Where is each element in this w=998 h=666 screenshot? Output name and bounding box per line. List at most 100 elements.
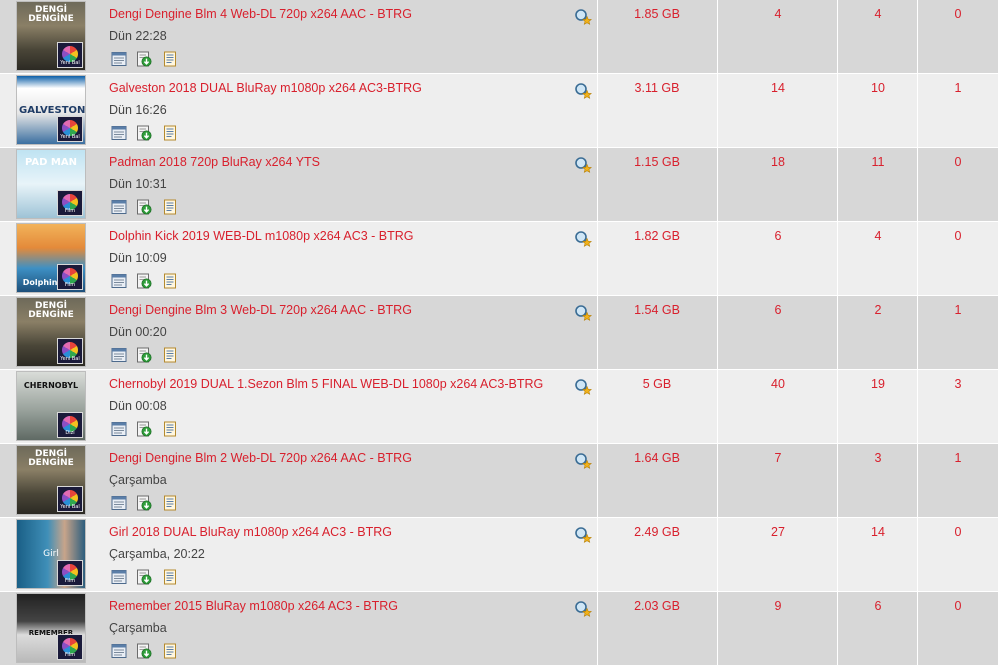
torrent-title-link[interactable]: Dolphin Kick 2019 WEB-DL m1080p x264 AC3…	[109, 229, 569, 243]
torrent-size: 2.03 GB	[634, 599, 680, 613]
category-badge-label: Yeni Bal	[60, 60, 80, 66]
completed-count: 0	[954, 229, 962, 243]
download-arrow-icon[interactable]	[136, 273, 152, 289]
nfo-window-icon[interactable]	[111, 643, 127, 659]
details-page-icon[interactable]	[162, 421, 178, 437]
category-badge-icon: Yeni Bal	[57, 42, 83, 68]
download-arrow-icon[interactable]	[136, 495, 152, 511]
nfo-window-icon[interactable]	[111, 273, 127, 289]
completed-count: 1	[954, 81, 962, 95]
details-page-icon[interactable]	[162, 51, 178, 67]
details-page-icon[interactable]	[162, 569, 178, 585]
nfo-window-icon[interactable]	[111, 495, 127, 511]
seeders-count: 6	[774, 303, 782, 317]
download-arrow-icon[interactable]	[136, 347, 152, 363]
nfo-window-icon[interactable]	[111, 199, 127, 215]
torrent-title-link[interactable]: Padman 2018 720p BluRay x264 YTS	[109, 155, 569, 169]
upload-date: Dün 00:20	[109, 325, 167, 339]
category-badge-label: Yeni Bal	[60, 356, 80, 362]
upload-date: Dün 10:09	[109, 251, 167, 265]
torrent-row: DENGİ DENGİNE Yeni Bal Dengi Dengine Blm…	[0, 0, 998, 74]
torrent-row: PAD MAN Film Padman 2018 720p BluRay x26…	[0, 148, 998, 222]
category-badge-icon: Yeni Bal	[57, 338, 83, 364]
poster-thumbnail[interactable]: GALVESTON Yeni Bal	[16, 75, 86, 145]
torrent-title-link[interactable]: Galveston 2018 DUAL BluRay m1080p x264 A…	[109, 81, 569, 95]
poster-thumbnail[interactable]: DENGİ DENGİNE Yeni Bal	[16, 1, 86, 71]
nfo-window-icon[interactable]	[111, 569, 127, 585]
poster-thumbnail[interactable]: Girl Film	[16, 519, 86, 589]
magnifier-star-icon[interactable]	[574, 452, 592, 470]
download-arrow-icon[interactable]	[136, 569, 152, 585]
torrent-row: REMEMBER Film Remember 2015 BluRay m1080…	[0, 592, 998, 666]
torrent-size: 3.11 GB	[634, 81, 680, 95]
completed-count: 1	[954, 303, 962, 317]
torrent-size: 5 GB	[642, 377, 672, 391]
details-page-icon[interactable]	[162, 643, 178, 659]
category-badge-icon: Film	[57, 560, 83, 586]
torrent-title-link[interactable]: Dengi Dengine Blm 3 Web-DL 720p x264 AAC…	[109, 303, 569, 317]
poster-thumbnail[interactable]: PAD MAN Film	[16, 149, 86, 219]
category-badge-label: Dizi	[65, 430, 75, 436]
torrent-size: 1.64 GB	[634, 451, 680, 465]
details-page-icon[interactable]	[162, 273, 178, 289]
seeders-count: 6	[774, 229, 782, 243]
poster-thumbnail[interactable]: DENGİ DENGİNE Yeni Bal	[16, 297, 86, 367]
poster-title: CHERNOBYL	[23, 381, 79, 390]
poster-thumbnail[interactable]: DENGİ DENGİNE Yeni Bal	[16, 445, 86, 515]
completed-count: 0	[954, 7, 962, 21]
seeders-count: 9	[774, 599, 782, 613]
seeders-count: 27	[771, 525, 785, 539]
torrent-size: 2.49 GB	[634, 525, 680, 539]
torrent-row: CHERNOBYL Dizi Chernobyl 2019 DUAL 1.Sez…	[0, 370, 998, 444]
download-arrow-icon[interactable]	[136, 421, 152, 437]
details-page-icon[interactable]	[162, 125, 178, 141]
leechers-count: 6	[874, 599, 882, 613]
torrent-row: Dolphin Kick Film Dolphin Kick 2019 WEB-…	[0, 222, 998, 296]
poster-title: Girl	[43, 549, 59, 559]
category-badge-icon: Yeni Bal	[57, 116, 83, 142]
nfo-window-icon[interactable]	[111, 125, 127, 141]
magnifier-star-icon[interactable]	[574, 304, 592, 322]
magnifier-star-icon[interactable]	[574, 378, 592, 396]
magnifier-star-icon[interactable]	[574, 156, 592, 174]
poster-thumbnail[interactable]: Dolphin Kick Film	[16, 223, 86, 293]
poster-thumbnail[interactable]: REMEMBER Film	[16, 593, 86, 663]
details-page-icon[interactable]	[162, 347, 178, 363]
magnifier-star-icon[interactable]	[574, 600, 592, 618]
download-arrow-icon[interactable]	[136, 199, 152, 215]
torrent-size: 1.15 GB	[634, 155, 680, 169]
upload-date: Dün 22:28	[109, 29, 167, 43]
details-page-icon[interactable]	[162, 199, 178, 215]
details-page-icon[interactable]	[162, 495, 178, 511]
torrent-row: Girl Film Girl 2018 DUAL BluRay m1080p x…	[0, 518, 998, 592]
magnifier-star-icon[interactable]	[574, 82, 592, 100]
download-arrow-icon[interactable]	[136, 643, 152, 659]
download-arrow-icon[interactable]	[136, 51, 152, 67]
nfo-window-icon[interactable]	[111, 347, 127, 363]
torrent-title-link[interactable]: Girl 2018 DUAL BluRay m1080p x264 AC3 - …	[109, 525, 569, 539]
completed-count: 0	[954, 155, 962, 169]
torrent-title-link[interactable]: Remember 2015 BluRay m1080p x264 AC3 - B…	[109, 599, 569, 613]
magnifier-star-icon[interactable]	[574, 8, 592, 26]
seeders-count: 18	[771, 155, 785, 169]
magnifier-star-icon[interactable]	[574, 230, 592, 248]
torrent-size: 1.54 GB	[634, 303, 680, 317]
magnifier-star-icon[interactable]	[574, 526, 592, 544]
upload-date: Dün 00:08	[109, 399, 167, 413]
completed-count: 1	[954, 451, 962, 465]
seeders-count: 4	[774, 7, 782, 21]
nfo-window-icon[interactable]	[111, 421, 127, 437]
torrent-title-link[interactable]: Chernobyl 2019 DUAL 1.Sezon Blm 5 FINAL …	[109, 377, 569, 391]
poster-title: DENGİ DENGİNE	[28, 5, 74, 24]
category-badge-icon: Film	[57, 264, 83, 290]
leechers-count: 19	[871, 377, 885, 391]
download-arrow-icon[interactable]	[136, 125, 152, 141]
upload-date: Dün 16:26	[109, 103, 167, 117]
torrent-size: 1.85 GB	[634, 7, 680, 21]
nfo-window-icon[interactable]	[111, 51, 127, 67]
category-badge-label: Film	[64, 652, 76, 658]
poster-thumbnail[interactable]: CHERNOBYL Dizi	[16, 371, 86, 441]
leechers-count: 11	[871, 155, 885, 169]
torrent-title-link[interactable]: Dengi Dengine Blm 2 Web-DL 720p x264 AAC…	[109, 451, 569, 465]
torrent-title-link[interactable]: Dengi Dengine Blm 4 Web-DL 720p x264 AAC…	[109, 7, 569, 21]
